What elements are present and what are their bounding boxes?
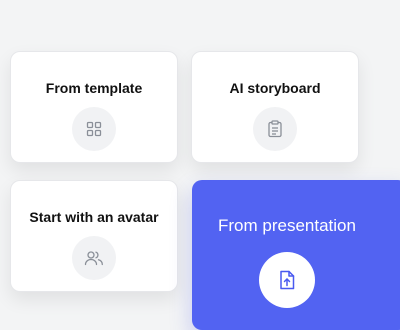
card-title-start-with-avatar: Start with an avatar <box>29 209 159 225</box>
file-upload-icon <box>259 252 315 308</box>
users-icon <box>72 236 116 280</box>
clipboard-icon <box>253 107 297 151</box>
grid-icon <box>72 107 116 151</box>
start-with-avatar-card[interactable]: Start with an avatar <box>10 180 178 292</box>
from-template-card[interactable]: From template <box>10 51 178 163</box>
card-title-from-template: From template <box>45 80 143 96</box>
ai-storyboard-card[interactable]: AI storyboard <box>191 51 359 163</box>
card-title-from-presentation: From presentation <box>218 216 356 235</box>
from-presentation-card[interactable]: From presentation <box>192 180 400 330</box>
card-title-ai-storyboard: AI storyboard <box>229 80 321 96</box>
